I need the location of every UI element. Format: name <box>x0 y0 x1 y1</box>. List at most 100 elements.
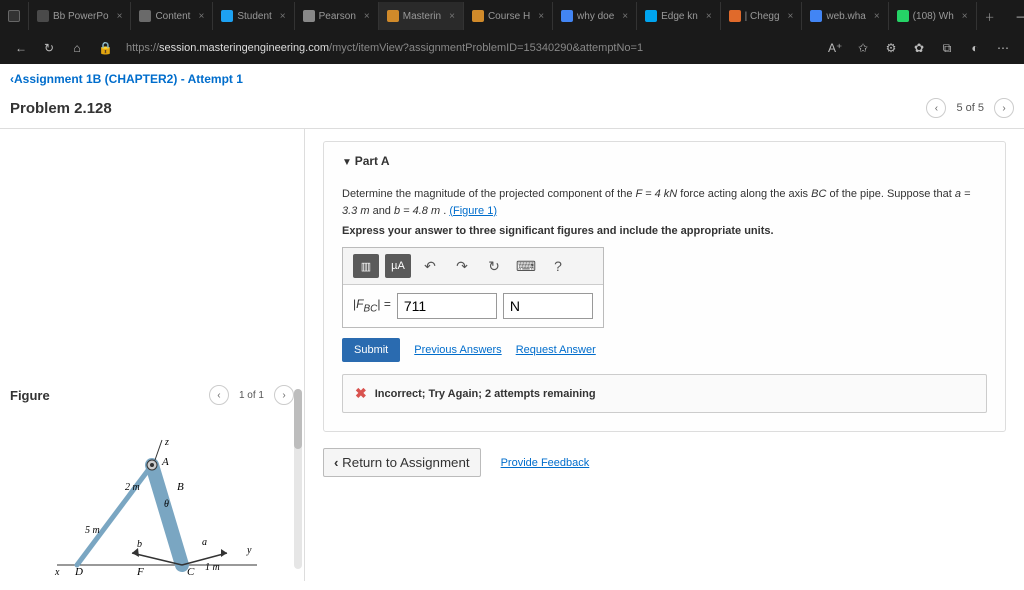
profile-icon[interactable]: ◐ <box>968 41 982 55</box>
home-icon[interactable]: ⌂ <box>70 41 84 55</box>
answer-value-input[interactable] <box>397 293 497 319</box>
figure-prev-button[interactable]: ‹ <box>209 385 229 405</box>
breadcrumb-back[interactable]: ‹Assignment 1B (CHAPTER2) <box>10 72 177 86</box>
tab-favicon <box>303 10 315 22</box>
units-tool-icon[interactable]: µA <box>385 254 411 278</box>
problem-title: Problem 2.128 <box>10 100 112 117</box>
answer-unit-input[interactable] <box>503 293 593 319</box>
tab-favicon <box>387 10 399 22</box>
fraction-tool-icon[interactable]: ▥ <box>353 254 379 278</box>
problem-pager: ‹ 5 of 5 › <box>926 98 1014 118</box>
tab-label: why doe <box>577 11 614 22</box>
svg-text:A: A <box>161 456 169 468</box>
part-label[interactable]: Part A <box>342 154 987 168</box>
redo-icon[interactable]: ↷ <box>449 254 475 278</box>
browser-tab[interactable]: | Chegg × <box>721 2 803 30</box>
svg-text:a: a <box>202 537 207 548</box>
problem-next-button[interactable]: › <box>994 98 1014 118</box>
submit-button[interactable]: Submit <box>342 338 400 362</box>
browser-tab[interactable]: (108) Wh × <box>889 2 977 30</box>
tab-close-icon[interactable]: × <box>962 11 968 22</box>
tab-label: Edge kn <box>661 11 698 22</box>
problem-prev-button[interactable]: ‹ <box>926 98 946 118</box>
tab-close-icon[interactable]: × <box>280 11 286 22</box>
tab-label: | Chegg <box>745 11 780 22</box>
tab-favicon <box>221 10 233 22</box>
svg-text:1 m: 1 m <box>205 562 220 573</box>
previous-answers-link[interactable]: Previous Answers <box>414 344 501 356</box>
tab-label: (108) Wh <box>913 11 954 22</box>
tab-favicon <box>729 10 741 22</box>
star-icon[interactable]: ✩ <box>856 41 870 55</box>
request-answer-link[interactable]: Request Answer <box>516 344 596 356</box>
tab-favicon <box>139 10 151 22</box>
tab-window-list[interactable] <box>0 2 29 30</box>
tab-close-icon[interactable]: × <box>788 11 794 22</box>
tab-label: Content <box>155 11 190 22</box>
browser-tab[interactable]: Pearson× <box>295 2 379 30</box>
svg-text:θ: θ <box>164 499 169 510</box>
tab-label: Masterin <box>403 11 441 22</box>
tab-close-icon[interactable]: × <box>706 11 712 22</box>
browser-tab-strip: Bb PowerPo×Content×Student×Pearson×Maste… <box>0 0 1024 32</box>
browser-tab[interactable]: web.wha × <box>802 2 888 30</box>
browser-tab[interactable]: Student × <box>213 2 294 30</box>
browser-tab[interactable]: why doe × <box>553 2 637 30</box>
more-icon[interactable]: ⋯ <box>996 41 1010 55</box>
svg-text:D: D <box>74 566 83 578</box>
tab-close-icon[interactable]: × <box>622 11 628 22</box>
svg-text:x: x <box>54 567 60 578</box>
tab-close-icon[interactable]: × <box>874 11 880 22</box>
svg-text:b: b <box>137 539 142 550</box>
tab-favicon <box>472 10 484 22</box>
figure-scrollbar[interactable] <box>294 389 302 569</box>
undo-icon[interactable]: ↶ <box>417 254 443 278</box>
browser-tab[interactable]: Course H × <box>464 2 553 30</box>
tab-favicon <box>645 10 657 22</box>
reset-icon[interactable]: ↻ <box>481 254 507 278</box>
tab-close-icon[interactable]: × <box>449 11 455 22</box>
tab-favicon <box>37 10 49 22</box>
answer-instructions: Express your answer to three significant… <box>342 225 987 237</box>
feedback-box: ✖ Incorrect; Try Again; 2 attempts remai… <box>342 374 987 413</box>
tab-close-icon[interactable]: × <box>364 11 370 22</box>
favorites-icon[interactable]: ✿ <box>912 41 926 55</box>
tab-label: web.wha <box>826 11 865 22</box>
part-a-box: Part A Determine the magnitude of the pr… <box>323 141 1006 432</box>
question-text: Determine the magnitude of the projected… <box>342 186 987 219</box>
collections-icon[interactable]: ⧉ <box>940 41 954 56</box>
figure-link[interactable]: (Figure 1) <box>449 205 497 217</box>
browser-tab[interactable]: Masterin × <box>379 2 464 30</box>
figure-diagram: A B C D F x y z 2 m 5 m 1 m a b θ <box>10 435 294 590</box>
answer-variable-label: |FBC| = <box>353 297 391 314</box>
window-minimize-icon[interactable]: — <box>1017 9 1024 24</box>
browser-tab[interactable]: Bb PowerPo× <box>29 2 131 30</box>
refresh-icon[interactable]: ↻ <box>42 41 56 55</box>
address-bar[interactable]: https://session.masteringengineering.com… <box>126 42 814 54</box>
tab-label: Student <box>237 11 271 22</box>
keyboard-icon[interactable]: ⌨ <box>513 254 539 278</box>
problem-position: 5 of 5 <box>956 102 984 114</box>
browser-tab[interactable]: Edge kn × <box>637 2 721 30</box>
svg-text:B: B <box>177 481 184 493</box>
new-tab-button[interactable]: ＋ <box>977 2 1003 30</box>
breadcrumb: ‹Assignment 1B (CHAPTER2) - Attempt 1 <box>0 64 1024 94</box>
tab-label: Course H <box>488 11 530 22</box>
feedback-text: Incorrect; Try Again; 2 attempts remaini… <box>375 388 596 400</box>
tab-close-icon[interactable]: × <box>538 11 544 22</box>
browser-tab[interactable]: Content × <box>131 2 213 30</box>
lock-icon: 🔒 <box>98 41 112 55</box>
svg-text:5 m: 5 m <box>85 525 100 536</box>
tab-close-icon[interactable]: × <box>198 11 204 22</box>
return-to-assignment-button[interactable]: Return to Assignment <box>323 448 481 477</box>
help-icon[interactable]: ? <box>545 254 571 278</box>
figure-next-button[interactable]: › <box>274 385 294 405</box>
ai-icon[interactable]: A⁺ <box>828 41 842 55</box>
back-icon[interactable]: ← <box>14 41 28 55</box>
settings-icon[interactable]: ⚙ <box>884 41 898 55</box>
svg-text:F: F <box>136 566 144 578</box>
tab-close-icon[interactable]: × <box>117 11 123 22</box>
figure-position: 1 of 1 <box>239 390 264 401</box>
provide-feedback-link[interactable]: Provide Feedback <box>501 457 590 469</box>
problem-header: Problem 2.128 ‹ 5 of 5 › <box>0 94 1024 129</box>
